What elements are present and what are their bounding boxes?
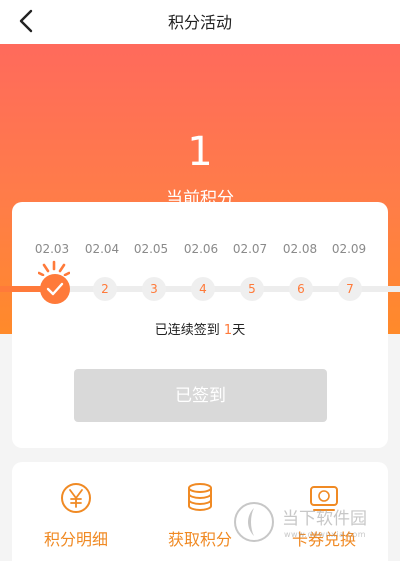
watermark-url: www.downxia.com bbox=[284, 530, 367, 539]
checkin-date: 02.07 bbox=[232, 242, 268, 256]
shortcut-points-detail[interactable]: 积分明细 bbox=[21, 480, 131, 550]
shortcut-label: 积分明细 bbox=[43, 530, 108, 549]
watermark: 当下软件园 www.downxia.com bbox=[232, 500, 392, 550]
check-icon bbox=[46, 282, 64, 296]
checkin-day: 4 bbox=[191, 277, 215, 301]
checkin-date: 02.05 bbox=[133, 242, 169, 256]
checkin-day-completed bbox=[40, 274, 70, 304]
coin-stack-icon bbox=[188, 483, 212, 512]
checkin-date: 02.06 bbox=[183, 242, 219, 256]
checkin-date: 02.03 bbox=[34, 242, 70, 256]
checkin-day: 3 bbox=[142, 277, 166, 301]
page-title: 积分活动 bbox=[167, 13, 232, 32]
checkin-streak-text: 已连续签到 1天 bbox=[0, 319, 400, 338]
checkin-day: 2 bbox=[93, 277, 117, 301]
checkin-date: 02.08 bbox=[282, 242, 318, 256]
watermark-logo-icon bbox=[234, 502, 274, 542]
streak-count: 1 bbox=[223, 323, 233, 338]
streak-prefix: 已连续签到 bbox=[154, 323, 224, 338]
checkin-date: 02.04 bbox=[84, 242, 120, 256]
signed-in-button[interactable]: 已签到 bbox=[74, 369, 327, 422]
yen-coin-icon bbox=[61, 483, 91, 513]
navigation-bar: 积分活动 bbox=[0, 0, 400, 44]
checkin-dates: 02.03 02.04 02.05 02.06 02.07 02.08 02.0… bbox=[12, 242, 388, 260]
checkin-day: 6 bbox=[289, 277, 313, 301]
streak-suffix: 天 bbox=[232, 323, 246, 338]
watermark-text: 当下软件园 bbox=[282, 509, 367, 529]
current-points-value: 1 bbox=[187, 129, 213, 175]
checkin-day: 7 bbox=[338, 277, 362, 301]
checkin-day: 5 bbox=[240, 277, 264, 301]
checkin-date: 02.09 bbox=[331, 242, 367, 256]
